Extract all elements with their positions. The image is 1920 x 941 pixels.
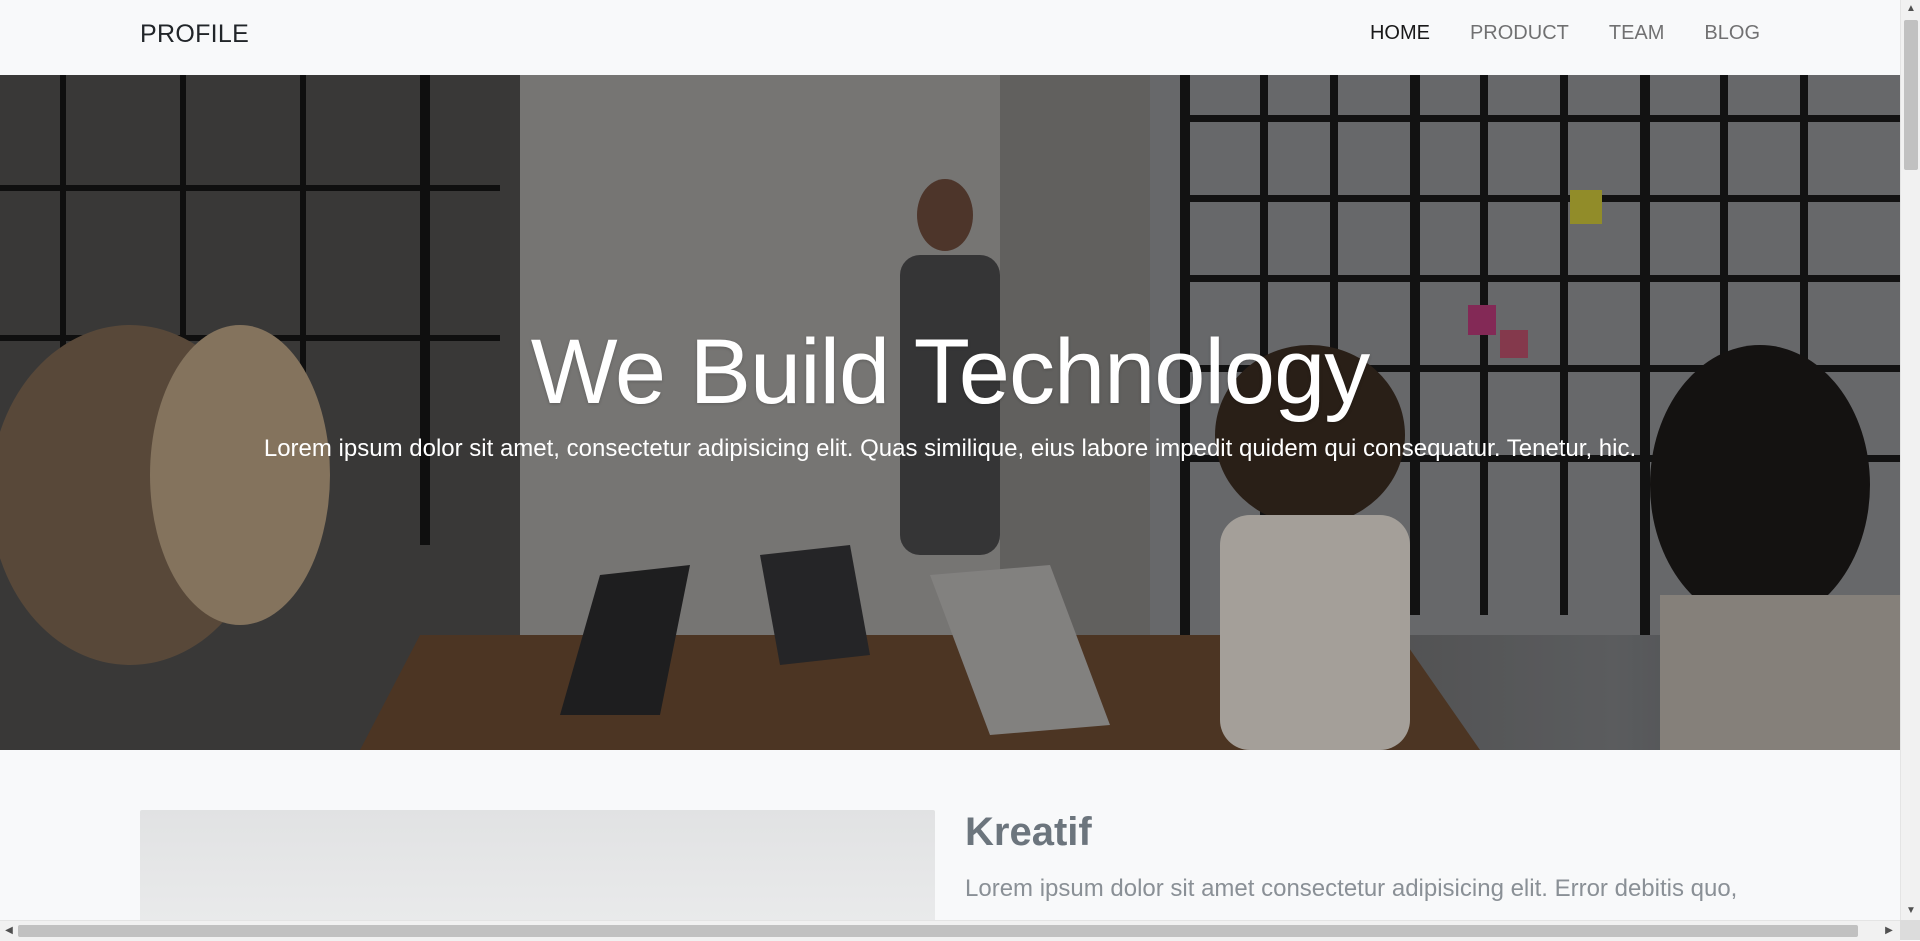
horizontal-scrollbar[interactable]: ◀ ▶ (0, 920, 1900, 941)
nav-menu: HOME PRODUCT TEAM BLOG (1370, 22, 1760, 45)
brand-logo[interactable]: PROFILE (140, 20, 249, 49)
vertical-scrollbar[interactable]: ▲ ▼ (1900, 0, 1920, 940)
nav-item-blog[interactable]: BLOG (1704, 22, 1760, 45)
hero-lead-text: Lorem ipsum dolor sit amet, consectetur … (263, 435, 1637, 462)
hero-title-light: We Build (530, 321, 914, 423)
hero-jumbotron: We Build Technology Lorem ipsum dolor si… (0, 75, 1900, 750)
section-image (140, 810, 935, 920)
horizontal-scroll-thumb[interactable] (18, 925, 1858, 937)
scroll-left-icon[interactable]: ◀ (0, 921, 18, 941)
nav-item-home[interactable]: HOME (1370, 22, 1430, 45)
hero-title-strong: Technology (913, 321, 1370, 423)
section-text: Lorem ipsum dolor sit amet consectetur a… (965, 875, 1738, 920)
section-title: Kreatif (965, 810, 1092, 854)
navbar: PROFILE HOME PRODUCT TEAM BLOG (0, 0, 1900, 75)
nav-item-product[interactable]: PRODUCT (1470, 22, 1569, 45)
page: PROFILE HOME PRODUCT TEAM BLOG We Build … (0, 0, 1900, 920)
scroll-down-icon[interactable]: ▼ (1901, 902, 1920, 920)
nav-item-team[interactable]: TEAM (1609, 22, 1665, 45)
hero-title: We Build Technology (0, 320, 1900, 425)
scroll-up-icon[interactable]: ▲ (1901, 0, 1920, 18)
scrollbar-corner (1900, 920, 1920, 940)
vertical-scroll-thumb[interactable] (1904, 20, 1918, 170)
scroll-right-icon[interactable]: ▶ (1880, 921, 1898, 941)
